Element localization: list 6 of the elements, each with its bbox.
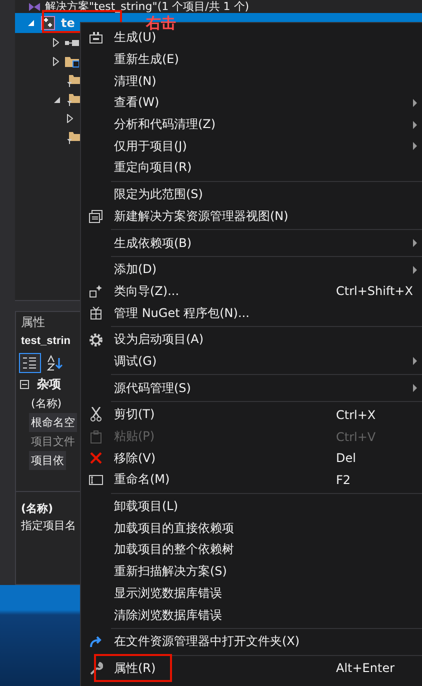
- object-name: test_strin: [21, 335, 71, 349]
- category-label: 杂项: [37, 376, 61, 392]
- description-text: 指定项目名: [21, 519, 76, 532]
- description-title: (名称): [21, 502, 54, 516]
- project-label: te: [61, 16, 75, 30]
- panel-title: 属性: [21, 314, 45, 330]
